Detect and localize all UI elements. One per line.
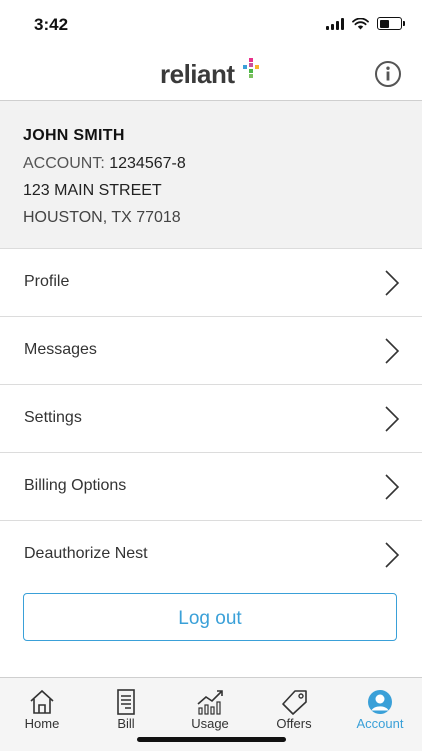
home-indicator (137, 737, 286, 742)
menu-item-settings[interactable]: Settings (0, 385, 422, 453)
chevron-right-icon (385, 474, 400, 500)
tab-home[interactable]: Home (0, 678, 84, 738)
service-street-address: 123 MAIN STREET (23, 182, 162, 199)
account-menu: Profile Messages Settings Billing Option… (0, 249, 422, 588)
tab-label: Bill (117, 716, 135, 731)
status-icons (326, 17, 405, 30)
tab-label: Account (356, 716, 404, 731)
info-icon[interactable] (374, 60, 402, 88)
app-header: reliant (0, 50, 422, 101)
account-holder-name: JOHN SMITH (23, 127, 125, 144)
menu-item-label: Messages (24, 341, 97, 358)
logo-text: reliant (160, 59, 235, 89)
account-info-panel: JOHN SMITH ACCOUNT: 1234567-8 123 MAIN S… (0, 101, 422, 249)
logout-button[interactable]: Log out (23, 593, 397, 641)
menu-item-messages[interactable]: Messages (0, 317, 422, 385)
account-number-value: 1234567-8 (109, 155, 186, 172)
menu-item-deauthorize-nest[interactable]: Deauthorize Nest (0, 521, 422, 588)
chevron-right-icon (385, 338, 400, 364)
cellular-signal-icon (326, 17, 344, 30)
tab-usage[interactable]: Usage (168, 678, 252, 738)
menu-item-label: Deauthorize Nest (24, 545, 148, 562)
battery-icon (377, 17, 405, 30)
service-city-line: HOUSTON, TX 77018 (23, 209, 181, 226)
reliant-logo: reliant (160, 58, 259, 95)
tab-label: Offers (276, 716, 312, 731)
tab-bill[interactable]: Bill (84, 678, 168, 738)
chevron-right-icon (385, 406, 400, 432)
menu-item-label: Settings (24, 409, 82, 426)
chevron-right-icon (385, 270, 400, 296)
account-icon (368, 690, 392, 714)
tab-label: Usage (191, 716, 229, 731)
status-bar: 3:42 (0, 0, 422, 50)
menu-item-label: Profile (24, 273, 70, 290)
menu-item-label: Billing Options (24, 477, 127, 494)
menu-item-profile[interactable]: Profile (0, 249, 422, 317)
status-time: 3:42 (34, 15, 69, 34)
menu-item-billing-options[interactable]: Billing Options (0, 453, 422, 521)
home-icon (30, 689, 54, 714)
tab-offers[interactable]: Offers (252, 678, 336, 738)
account-number-label: ACCOUNT: (23, 155, 105, 172)
logo-plus-mark-icon (243, 58, 259, 78)
wifi-icon (352, 17, 369, 29)
account-number-line: ACCOUNT: 1234567-8 (23, 155, 186, 173)
tab-label: Home (24, 716, 60, 731)
bill-icon (117, 689, 135, 715)
usage-icon (197, 690, 223, 715)
offers-icon (282, 690, 307, 715)
bottom-tab-bar: Home Bill Usage Offers Account (0, 677, 422, 751)
tab-account[interactable]: Account (338, 678, 422, 738)
chevron-right-icon (385, 542, 400, 568)
